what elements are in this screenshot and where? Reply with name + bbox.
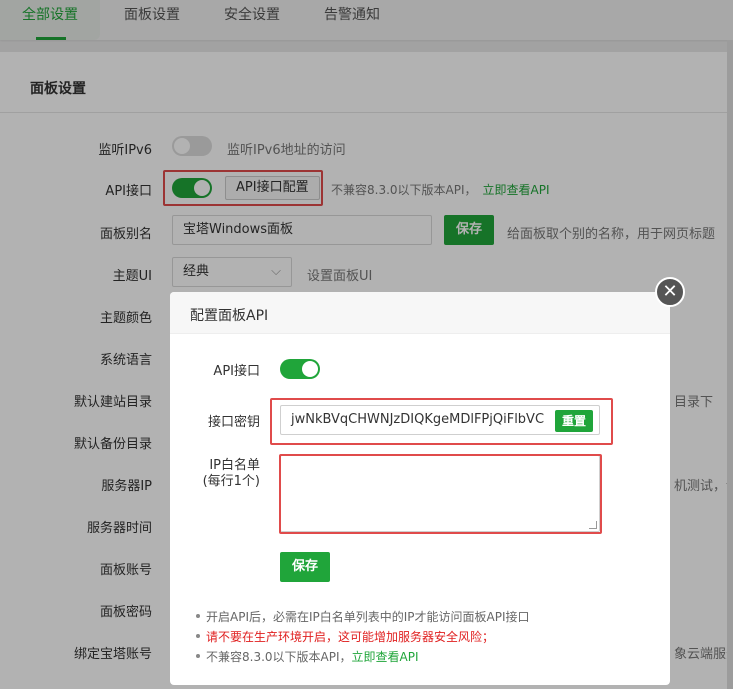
modal-api-toggle[interactable] <box>280 359 320 379</box>
note-compat: 不兼容8.3.0以下版本API，立即查看API <box>196 648 419 665</box>
note-warning: 请不要在生产环境开启，这可能增加服务器安全风险； <box>195 630 495 644</box>
modal-title: 配置面板API <box>190 308 269 324</box>
api-config-modal: 配置面板API API接口 接口密钥 jwNkBVqCHWNJzDIQKgeMD… <box>170 292 670 685</box>
close-icon[interactable]: ✕ <box>655 277 685 307</box>
api-key-label: 接口密钥 <box>207 415 260 430</box>
modal-api-label: API接口 <box>213 364 260 379</box>
modal-save-button[interactable]: 保存 <box>280 552 331 582</box>
modal-view-api-link[interactable]: 立即查看API <box>352 650 419 664</box>
whitelist-sublabel: (每行1个) <box>202 474 260 489</box>
modal-header: 配置面板API <box>170 292 670 334</box>
note-whitelist: 开启API后，必需在IP白名单列表中的IP才能访问面板API接口 <box>196 610 530 624</box>
whitelist-highlight-box <box>279 454 602 534</box>
note-compat-text: 不兼容8.3.0以下版本API， <box>206 650 352 664</box>
toggle-knob <box>302 361 318 377</box>
api-key-highlight-box <box>270 398 613 445</box>
